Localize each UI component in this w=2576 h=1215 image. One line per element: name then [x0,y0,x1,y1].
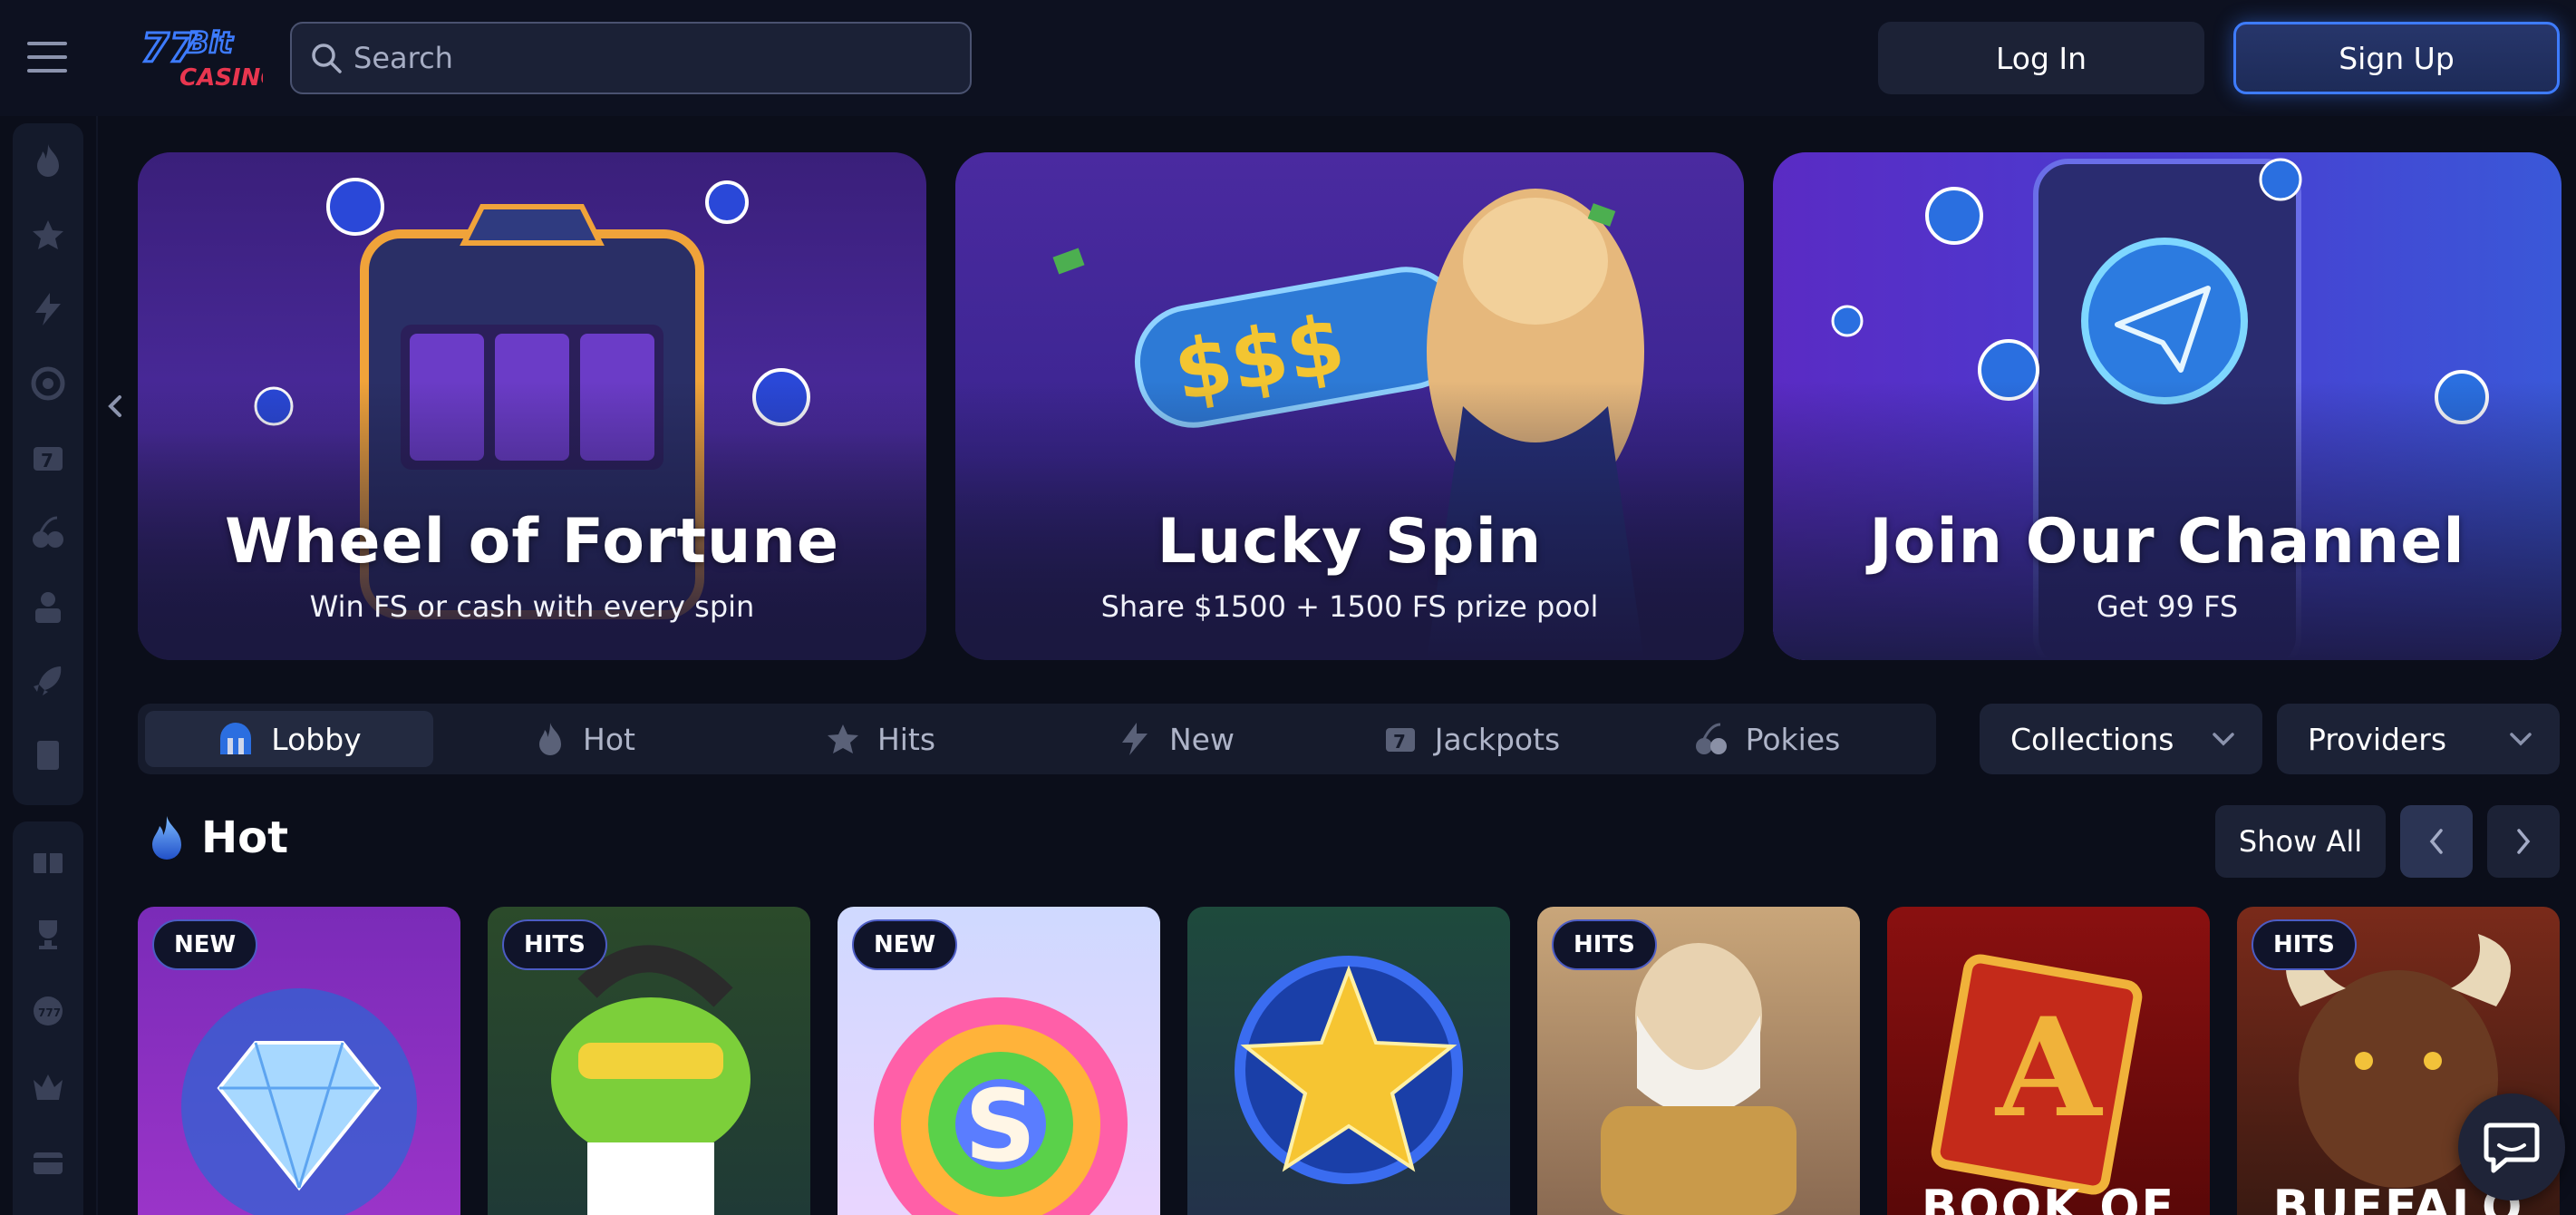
cherry-icon [1695,723,1727,754]
join-channel-art [1773,152,2561,660]
section-title: Hot [201,812,289,863]
svg-text:Bit: Bit [187,25,234,60]
live-chat-button[interactable] [2458,1094,2565,1200]
svg-text:S: S [964,1068,1036,1184]
svg-text:7: 7 [41,450,53,471]
game-card[interactable]: NEW [138,907,460,1215]
svg-text:A: A [1994,988,2104,1148]
stars-icon[interactable] [29,216,67,254]
sidebar-promotions: 777 [13,821,83,1215]
game-card[interactable] [1187,907,1510,1215]
game-badge: HITS [502,919,607,970]
tab-hot[interactable]: Hot [441,711,729,767]
tab-label: Jackpots [1434,721,1561,757]
lightning-icon [1122,723,1148,755]
chevron-down-icon [2213,733,2234,746]
banner-join-channel[interactable]: Join Our Channel Get 99 FS [1773,152,2561,660]
gift-icon[interactable] [29,840,67,878]
game-badge: NEW [852,919,958,970]
jackpot-icon[interactable]: 7 [29,439,67,477]
dealer-icon[interactable] [29,588,67,626]
category-tabs: Lobby Hot Hits New 7 Jackpots Pokies [138,704,1936,774]
jackpot-icon: 7 [1385,728,1415,753]
show-all-button[interactable]: Show All [2215,805,2386,878]
search-icon [312,44,342,73]
tab-label: Hits [876,721,936,757]
stars-icon [827,724,858,753]
svg-text:CASINO: CASINO [179,64,263,92]
banner-title: Join Our Channel [1869,506,2465,578]
game-badge: HITS [2252,919,2357,970]
lobby-icon [220,723,252,754]
chevron-right-icon [2517,829,2531,854]
banner-prev-arrow-icon[interactable] [102,388,129,424]
search-box[interactable] [290,22,972,94]
cherry-icon[interactable] [29,513,67,551]
sidebar-categories: 7 [13,123,83,805]
banner-subtitle: Get 99 FS [2096,589,2239,624]
slot-machine-icon[interactable]: 777 [29,992,67,1030]
game-badge: NEW [152,919,258,970]
dropdown-label: Collections [2010,721,2174,757]
hamburger-menu-icon[interactable] [27,42,67,73]
carousel-prev-button[interactable] [2400,805,2473,878]
fire-icon [152,816,181,860]
game-card[interactable]: A BOOK OF [1887,907,2210,1215]
star-game-art [1235,956,1463,1184]
tab-new[interactable]: New [1031,711,1320,767]
signup-button[interactable]: Sign Up [2233,22,2560,94]
banner-subtitle: Share $1500 + 1500 FS prize pool [1100,589,1599,624]
carousel-next-button[interactable] [2487,805,2560,878]
target-icon[interactable] [29,364,67,403]
game-badge: HITS [1552,919,1657,970]
login-button[interactable]: Log In [1878,22,2204,94]
search-input[interactable] [353,41,915,75]
game-card[interactable]: HITS [488,907,810,1215]
dropdown-label: Providers [2308,721,2447,757]
fire-icon[interactable] [29,141,67,180]
banner-subtitle: Win FS or cash with every spin [309,589,755,624]
tab-lobby[interactable]: Lobby [145,711,433,767]
chat-bubble-icon [2484,1123,2540,1173]
lightning-icon[interactable] [29,290,67,328]
lucky-spin-art: $$$ [955,152,1744,660]
site-logo[interactable]: 77 Bit CASINO [140,22,264,92]
game-art-text: BOOK OF [1921,1181,2176,1215]
tab-hits[interactable]: Hits [736,711,1024,767]
game-card[interactable]: HITS [1537,907,1860,1215]
chevron-down-icon [2510,733,2532,746]
svg-text:7: 7 [1393,731,1406,753]
tab-label: Hot [583,721,635,757]
collections-dropdown[interactable]: Collections [1980,704,2262,774]
providers-dropdown[interactable]: Providers [2277,704,2560,774]
tab-jackpots[interactable]: 7 Jackpots [1327,711,1615,767]
banner-title: Lucky Spin [1157,506,1543,578]
banner-lucky-spin[interactable]: $$$ Lucky Spin Share $1500 + 1500 FS pri… [955,152,1744,660]
section-header: Hot [149,812,288,863]
wheel-of-fortune-art [138,152,926,660]
trophy-icon[interactable] [29,916,67,954]
rocket-icon[interactable] [29,662,67,700]
credit-card-icon[interactable] [29,1144,67,1182]
chevron-left-icon [2429,829,2443,854]
crown-icon[interactable] [29,1068,67,1106]
game-card[interactable]: S NEW [838,907,1160,1215]
fire-icon [539,723,562,755]
tab-label: New [1169,721,1235,757]
svg-text:777: 777 [38,1006,61,1019]
tab-pokies[interactable]: Pokies [1622,711,1911,767]
top-bar: 77 Bit CASINO Log In Sign Up [0,0,2576,116]
book-game-art: A [1931,954,2143,1195]
cards-icon[interactable] [29,736,67,774]
banner-wheel-of-fortune[interactable]: Wheel of Fortune Win FS or cash with eve… [138,152,926,660]
tab-label: Pokies [1745,721,1841,757]
banner-title: Wheel of Fortune [224,506,839,578]
tab-label: Lobby [271,721,362,757]
divider [96,116,98,1215]
